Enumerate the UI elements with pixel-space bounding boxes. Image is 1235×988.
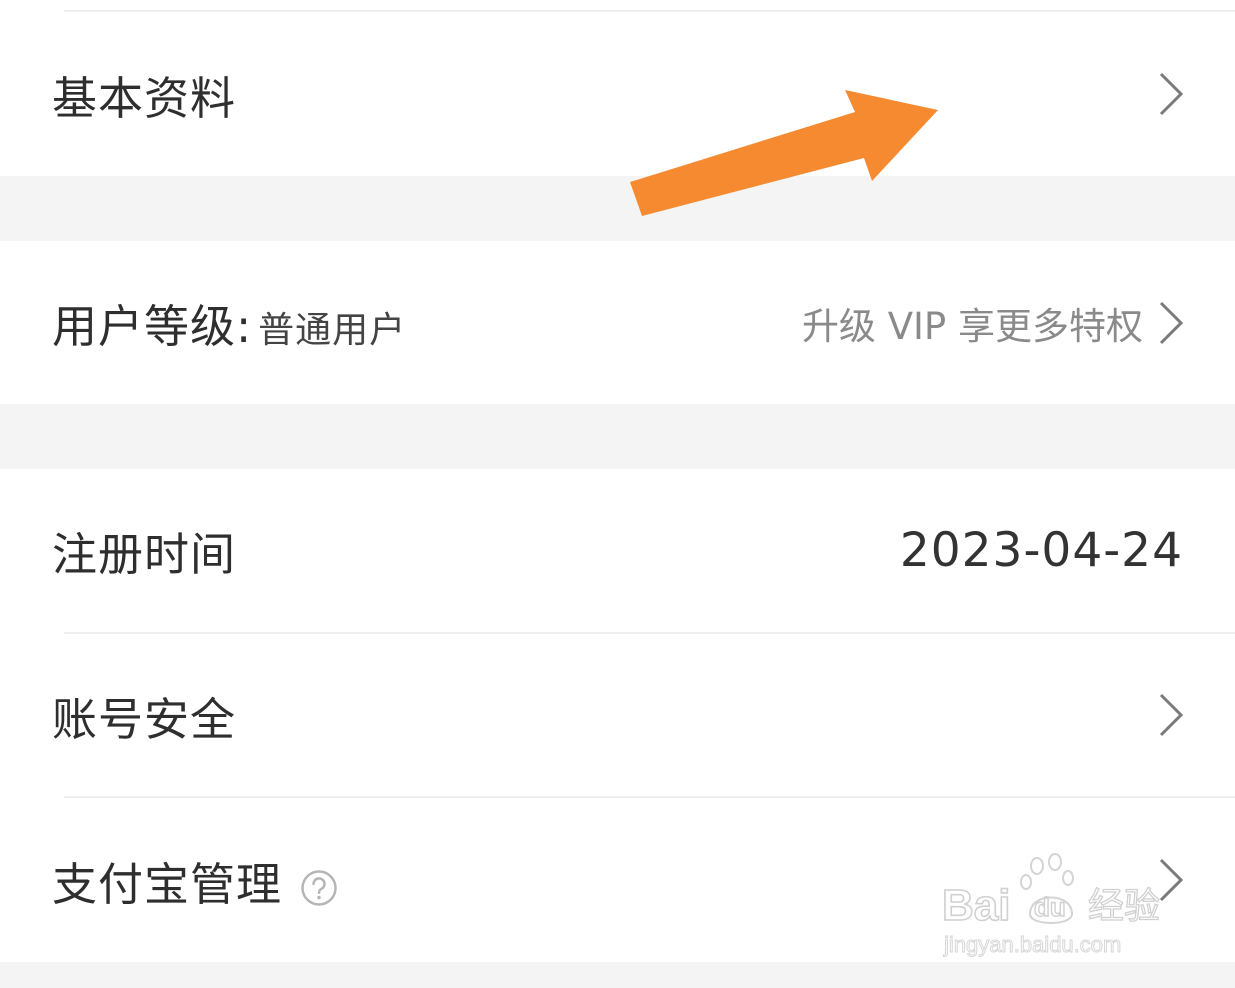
- chevron-right-icon: [1159, 301, 1184, 344]
- register-time-label: 注册时间: [52, 528, 237, 581]
- upgrade-vip-link[interactable]: 升级 VIP 享更多特权: [802, 296, 1143, 350]
- user-level-row[interactable]: 用户等级: 普通用户 升级 VIP 享更多特权: [0, 241, 1235, 404]
- basic-info-section: 基本资料: [0, 0, 1235, 176]
- chevron-right-icon: [1159, 693, 1184, 737]
- account-security-row[interactable]: 账号安全: [0, 634, 1235, 796]
- chevron-right-icon: [1159, 72, 1184, 116]
- watermark-url: jingyan.baidu.com: [943, 932, 1121, 957]
- watermark-jingyan: 经验: [1088, 886, 1160, 927]
- baidu-jingyan-watermark: Bai du 经验 jingyan.baidu.com: [941, 853, 1161, 958]
- orange-arrow-annotation: [630, 90, 938, 216]
- basic-info-row[interactable]: 基本资料: [0, 12, 1235, 176]
- watermark-bai: Bai: [942, 881, 1010, 930]
- user-level-label: 用户等级: 普通用户: [52, 290, 406, 355]
- user-level-title: 用户等级:: [52, 300, 253, 353]
- alipay-label: 支付宝管理: [52, 848, 338, 913]
- account-security-label: 账号安全: [52, 692, 237, 746]
- alipay-title: 支付宝管理: [52, 857, 283, 911]
- register-time-value: 2023-04-24: [899, 523, 1183, 578]
- basic-info-label: 基本资料: [52, 71, 237, 125]
- user-level-section: 用户等级: 普通用户 升级 VIP 享更多特权: [0, 241, 1235, 404]
- question-circle-icon[interactable]: [300, 869, 338, 907]
- watermark-du: du: [1034, 892, 1066, 922]
- account-settings-page: 基本资料 用户等级: 普通用户 升级 VIP 享更多特权 注册时间 2023-04…: [0, 0, 1235, 988]
- register-time-row: 注册时间 2023-04-24: [0, 469, 1235, 632]
- user-level-value: 普通用户: [258, 310, 407, 351]
